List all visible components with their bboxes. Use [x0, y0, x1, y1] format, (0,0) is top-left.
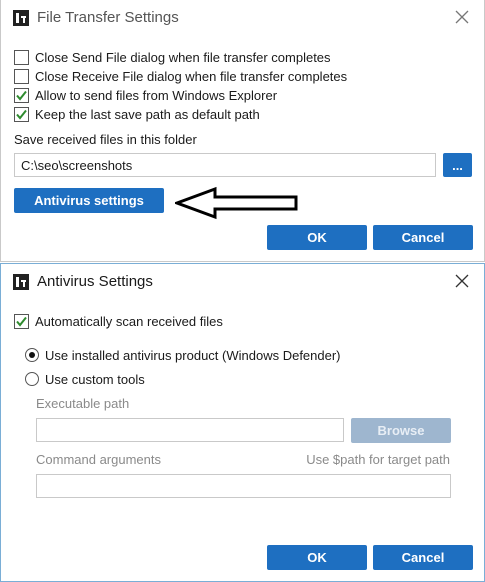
radio-label: Use custom tools [45, 371, 145, 387]
dialog-title: File Transfer Settings [37, 9, 179, 26]
app-icon [13, 10, 29, 26]
cancel-button[interactable]: Cancel [373, 225, 473, 250]
checkbox-label: Keep the last save path as default path [35, 106, 260, 122]
checkbox-label: Allow to send files from Windows Explore… [35, 87, 278, 103]
command-arguments-label: Command arguments [36, 452, 161, 467]
titlebar: Antivirus Settings [1, 264, 484, 300]
radio-dot-icon [29, 352, 35, 358]
radio-label: Use installed antivirus product (Windows… [45, 347, 341, 363]
dialog-title: Antivirus Settings [37, 273, 153, 290]
checkbox-allow-send-from-explorer[interactable]: Allow to send files from Windows Explore… [14, 86, 277, 104]
close-icon[interactable] [454, 273, 470, 289]
file-transfer-settings-dialog: File Transfer Settings Close Send File d… [0, 0, 485, 262]
radio-installed-antivirus[interactable]: Use installed antivirus product (Windows… [25, 346, 341, 364]
titlebar: File Transfer Settings [1, 0, 484, 36]
checkmark-icon [16, 109, 27, 120]
radio-custom-tools[interactable]: Use custom tools [25, 370, 145, 388]
command-arguments-input[interactable] [36, 474, 451, 498]
cancel-button[interactable]: Cancel [373, 545, 473, 570]
radio-button[interactable] [25, 348, 39, 362]
checkbox-label: Close Send File dialog when file transfe… [35, 49, 331, 65]
app-icon [13, 274, 29, 290]
save-folder-input[interactable] [14, 153, 436, 177]
ok-button[interactable]: OK [267, 545, 367, 570]
checkbox-keep-last-save-path[interactable]: Keep the last save path as default path [14, 105, 260, 123]
checkbox[interactable] [14, 106, 29, 122]
executable-path-label: Executable path [36, 396, 130, 411]
close-icon[interactable] [454, 9, 470, 25]
arrow-left-icon [175, 186, 298, 220]
checkbox[interactable] [14, 49, 29, 65]
browse-folder-button[interactable]: ... [443, 153, 472, 177]
checkbox-close-receive-dialog[interactable]: Close Receive File dialog when file tran… [14, 67, 347, 85]
antivirus-settings-button[interactable]: Antivirus settings [14, 188, 164, 213]
executable-path-input[interactable] [36, 418, 344, 442]
browse-button[interactable]: Browse [351, 418, 451, 443]
radio-button[interactable] [25, 372, 39, 386]
checkbox-label: Close Receive File dialog when file tran… [35, 68, 348, 84]
checkbox-label: Automatically scan received files [35, 313, 223, 329]
checkbox-auto-scan[interactable]: Automatically scan received files [14, 312, 223, 330]
checkbox[interactable] [14, 68, 29, 84]
save-folder-label: Save received files in this folder [14, 132, 197, 147]
checkbox-close-send-dialog[interactable]: Close Send File dialog when file transfe… [14, 48, 331, 66]
checkbox[interactable] [14, 313, 29, 329]
checkbox[interactable] [14, 87, 29, 103]
antivirus-settings-dialog: Antivirus Settings Automatically scan re… [0, 263, 485, 582]
ok-button[interactable]: OK [267, 225, 367, 250]
checkmark-icon [16, 316, 27, 327]
checkmark-icon [16, 90, 27, 101]
command-arguments-hint: Use $path for target path [306, 452, 450, 467]
